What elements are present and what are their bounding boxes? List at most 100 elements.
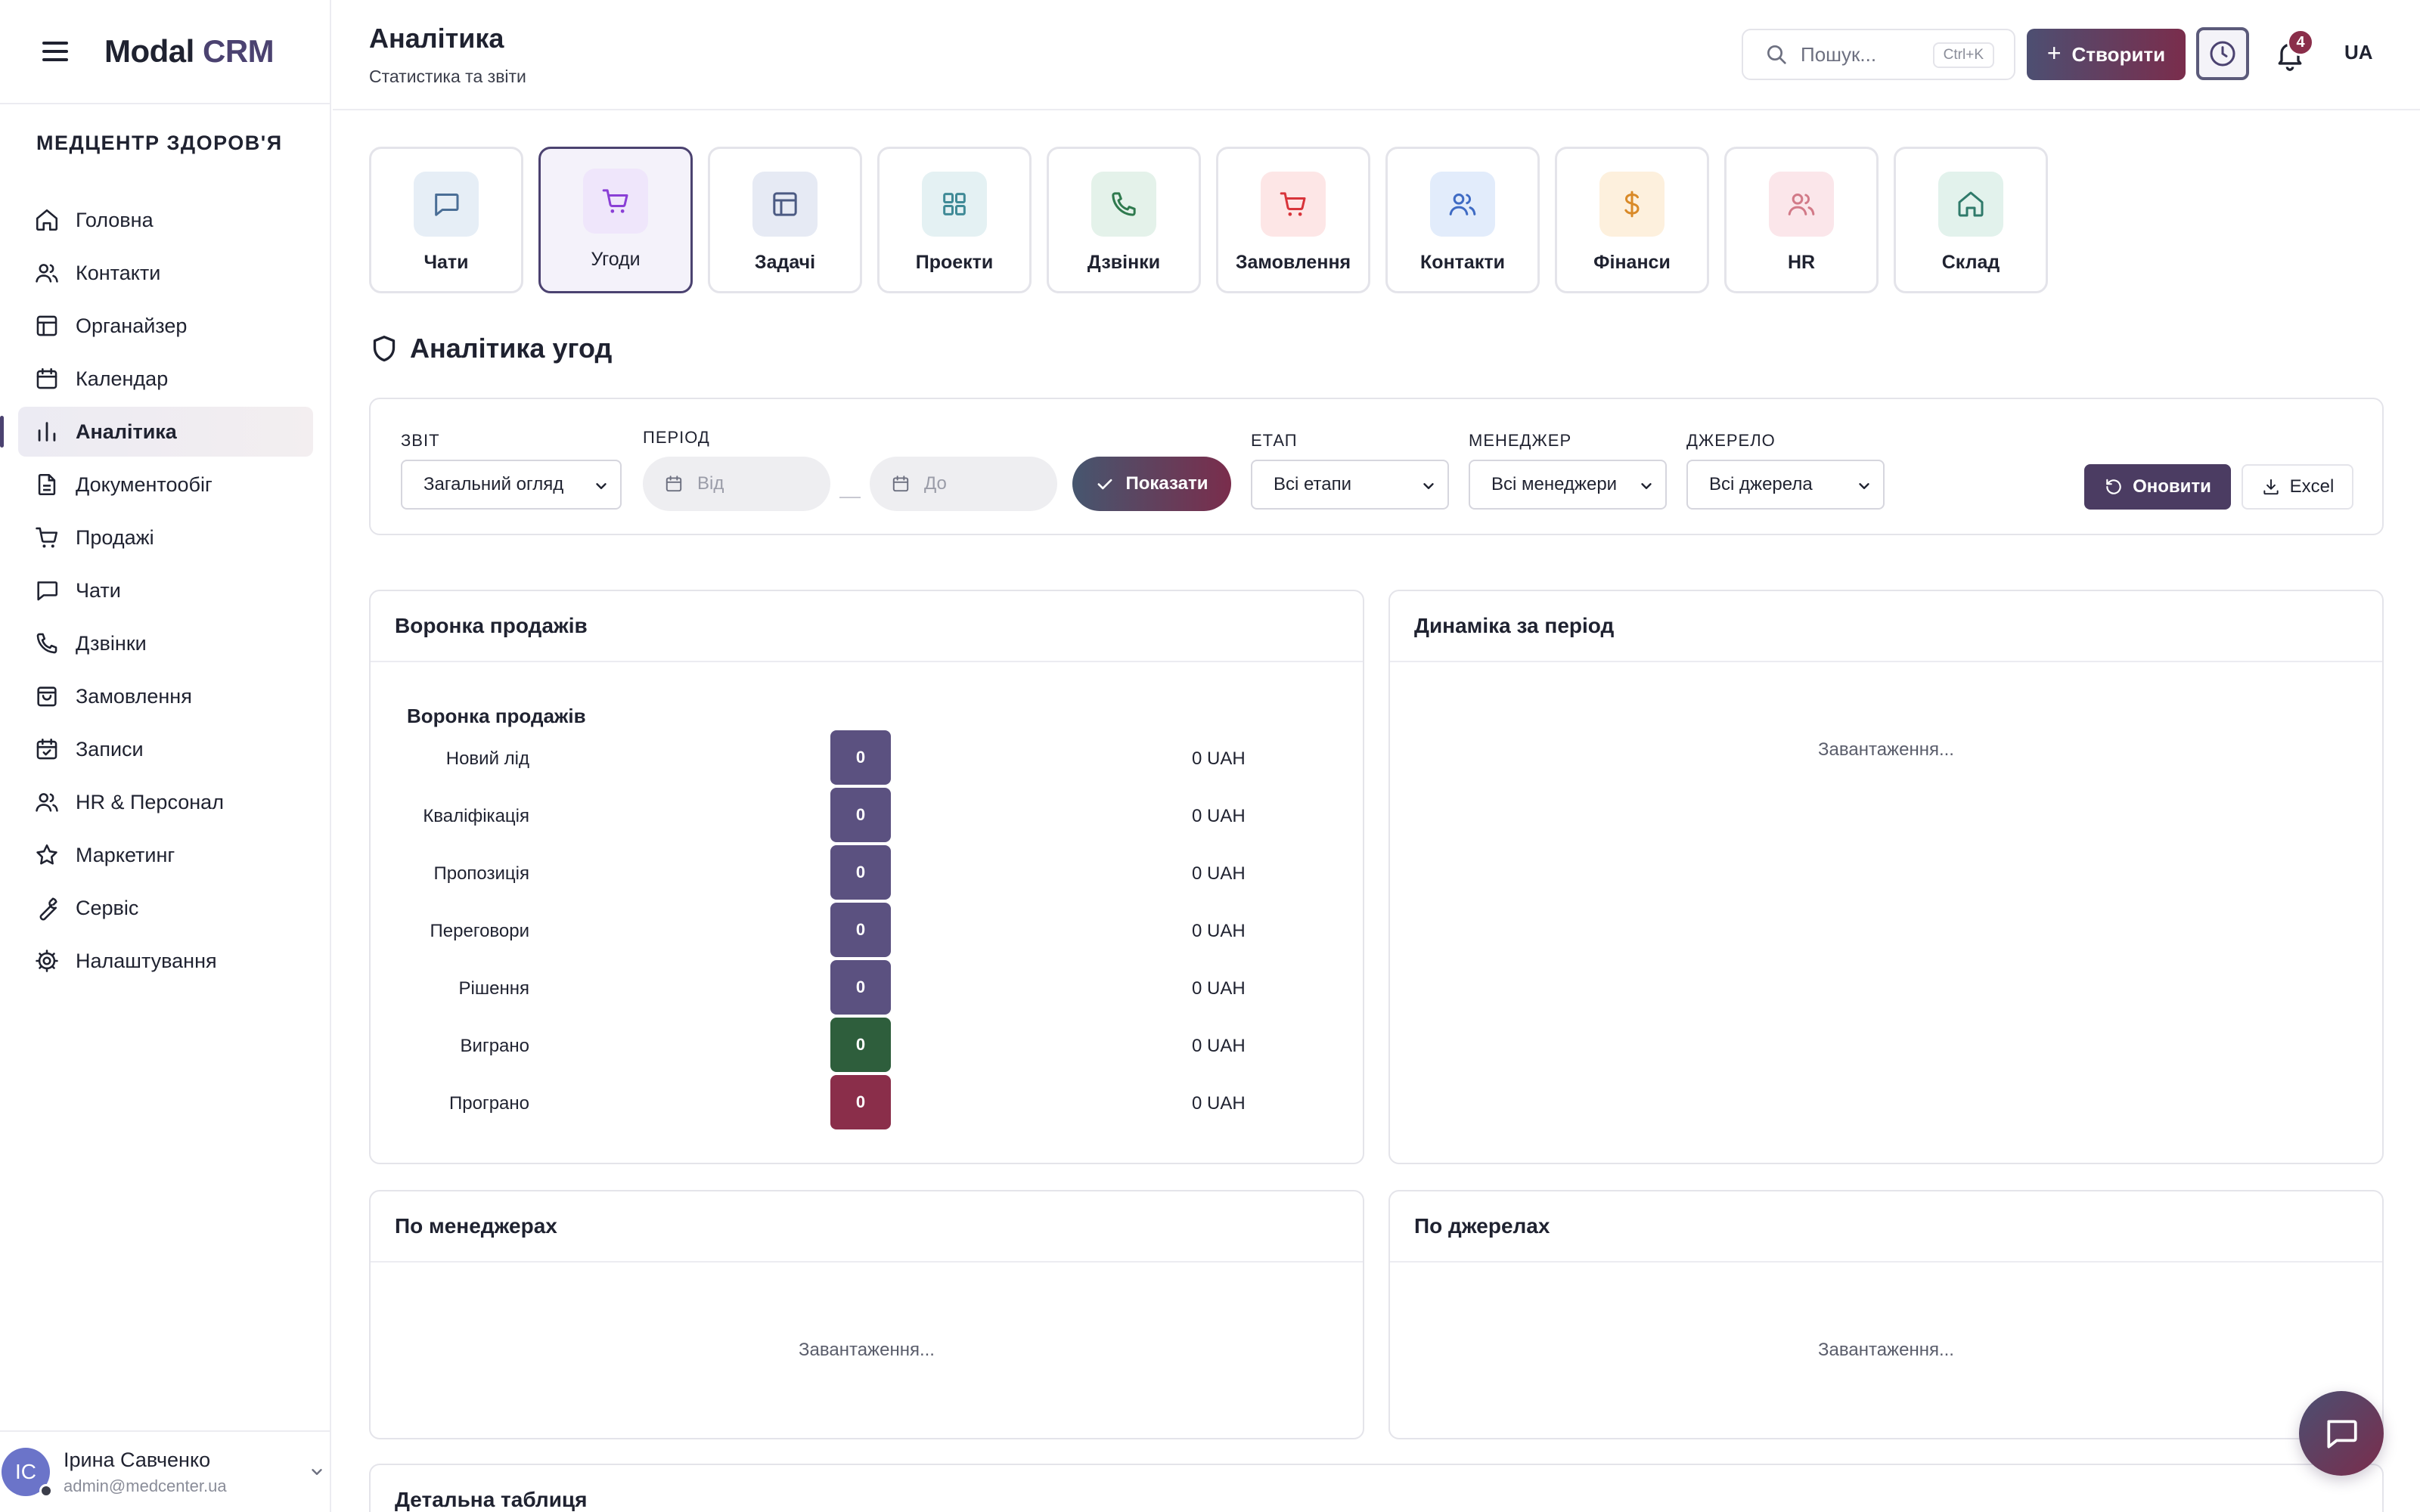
sidebar-item-documents[interactable]: Документообіг (18, 460, 313, 510)
module-finance[interactable]: Фінанси (1555, 147, 1709, 293)
module-warehouse[interactable]: Склад (1894, 147, 2048, 293)
funnel-row: Новий лід 0 0 UAH (371, 730, 1363, 788)
filters-panel: ЗВІТ Загальний огляд ПЕРІОД Від — До Пок… (369, 398, 2384, 535)
funnel-row: Пропозиція 0 0 UAH (371, 845, 1363, 903)
sidebar-item-sales[interactable]: Продажі (18, 513, 313, 562)
search-placeholder: Пошук... (1801, 42, 1877, 66)
app-logo[interactable]: Modal CRM (104, 33, 275, 70)
date-from-input[interactable]: Від (643, 457, 830, 511)
module-hr[interactable]: HR (1724, 147, 1879, 293)
funnel-stage-name: Програно (449, 1093, 529, 1114)
layout-icon (33, 312, 60, 339)
language-switch[interactable]: UA (2344, 41, 2373, 64)
sidebar-item-label: Маркетинг (76, 843, 175, 866)
sidebar-item-label: HR & Персонал (76, 790, 224, 813)
panel-title: Детальна таблиця (395, 1488, 588, 1511)
sidebar-item-organizer[interactable]: Органайзер (18, 301, 313, 351)
grid-icon (922, 172, 987, 237)
home-icon (33, 206, 60, 234)
module-chats[interactable]: Чати (369, 147, 523, 293)
dollar-icon (1599, 172, 1665, 237)
users-icon (1430, 172, 1495, 237)
user-menu[interactable]: IC Ірина Савченко admin@medcenter.ua (0, 1430, 330, 1512)
funnel-chart-title: Воронка продажів (407, 705, 586, 727)
funnel-amount: 0 UAH (1192, 1093, 1246, 1114)
check-icon (1095, 474, 1115, 494)
funnel-amount: 0 UAH (1192, 1036, 1246, 1056)
sidebar-item-contacts[interactable]: Контакти (18, 248, 313, 298)
clock-icon (2207, 39, 2238, 69)
stage-select[interactable]: Всі етапи (1251, 460, 1449, 510)
create-button[interactable]: + Створити (2027, 29, 2186, 80)
download-icon (2261, 477, 2281, 497)
module-calls[interactable]: Дзвінки (1047, 147, 1201, 293)
calendar-icon (891, 474, 911, 494)
sidebar-item-calendar[interactable]: Календар (18, 354, 313, 404)
show-button[interactable]: Показати (1072, 457, 1231, 511)
sidebar-item-label: Сервіс (76, 896, 139, 919)
module-contacts[interactable]: Контакти (1385, 147, 1540, 293)
sidebar-item-calls[interactable]: Дзвінки (18, 618, 313, 668)
sidebar-item-label: Календар (76, 367, 169, 390)
excel-export-button[interactable]: Excel (2242, 464, 2353, 510)
sidebar-item-label: Дзвінки (76, 631, 147, 655)
funnel-row: Кваліфікація 0 0 UAH (371, 788, 1363, 845)
sidebar-item-label: Продажі (76, 525, 154, 549)
module-deals[interactable]: Угоди (538, 147, 693, 293)
refresh-button[interactable]: Оновити (2084, 464, 2231, 510)
sidebar-item-chats[interactable]: Чати (18, 565, 313, 615)
sidebar-item-label: Головна (76, 208, 154, 231)
sidebar-item-label: Документообіг (76, 472, 213, 496)
date-to-input[interactable]: До (870, 457, 1057, 511)
users-icon (33, 259, 60, 287)
funnel-stage-name: Кваліфікація (423, 806, 529, 826)
search-shortcut: Ctrl+K (1932, 42, 1994, 68)
sidebar-item-hr[interactable]: HR & Персонал (18, 777, 313, 827)
search-icon (1764, 42, 1789, 67)
sidebar-item-marketing[interactable]: Маркетинг (18, 830, 313, 880)
funnel-row: Переговори 0 0 UAH (371, 903, 1363, 960)
sidebar-item-analytics[interactable]: Аналітика (0, 407, 313, 457)
cart-icon (1261, 172, 1326, 237)
page-title: Аналітика (369, 23, 504, 54)
sidebar-item-home[interactable]: Головна (18, 195, 313, 245)
manager-select[interactable]: Всі менеджери (1469, 460, 1667, 510)
avatar: IC (2, 1448, 53, 1498)
chat-fab-button[interactable] (2299, 1391, 2384, 1476)
sales-funnel-panel: Воронка продажів Воронка продажів Новий … (369, 590, 1364, 1164)
history-button[interactable] (2196, 27, 2249, 80)
sidebar-item-orders[interactable]: Замовлення (18, 671, 313, 721)
manager-label: МЕНЕДЖЕР (1469, 431, 1572, 450)
funnel-amount: 0 UAH (1192, 806, 1246, 826)
module-tasks[interactable]: Задачі (708, 147, 862, 293)
sidebar-item-appointments[interactable]: Записи (18, 724, 313, 774)
star-icon (33, 841, 60, 869)
chevron-down-icon[interactable] (309, 1464, 325, 1480)
menu-icon[interactable] (42, 42, 68, 61)
period-separator: — (839, 484, 861, 507)
plus-icon: + (2046, 39, 2062, 67)
sidebar-header: Modal CRM (0, 0, 330, 104)
page-subtitle: Статистика та звіти (369, 67, 526, 86)
top-header: Аналітика Статистика та звіти Пошук... C… (333, 0, 2420, 110)
sidebar-item-service[interactable]: Сервіс (18, 883, 313, 933)
shield-icon (369, 333, 399, 364)
funnel-amount: 0 UAH (1192, 748, 1246, 769)
sidebar-item-label: Налаштування (76, 949, 217, 972)
module-projects[interactable]: Проекти (877, 147, 1032, 293)
chat-icon (414, 172, 479, 237)
chat-icon (33, 577, 60, 604)
source-select[interactable]: Всі джерела (1686, 460, 1885, 510)
sidebar-item-label: Чати (76, 578, 121, 602)
sidebar-item-label: Замовлення (76, 684, 192, 708)
home-icon (1938, 172, 2003, 237)
module-orders[interactable]: Замовлення (1216, 147, 1370, 293)
notification-badge: 4 (2287, 29, 2314, 56)
report-select[interactable]: Загальний огляд (401, 460, 622, 510)
detail-table-panel: Детальна таблиця (369, 1464, 2384, 1512)
sidebar-item-settings[interactable]: Налаштування (18, 936, 313, 986)
calendar-icon (33, 365, 60, 392)
funnel-amount: 0 UAH (1192, 978, 1246, 999)
panel-title: Динаміка за період (1390, 591, 2382, 662)
search-input[interactable]: Пошук... Ctrl+K (1742, 29, 2015, 80)
